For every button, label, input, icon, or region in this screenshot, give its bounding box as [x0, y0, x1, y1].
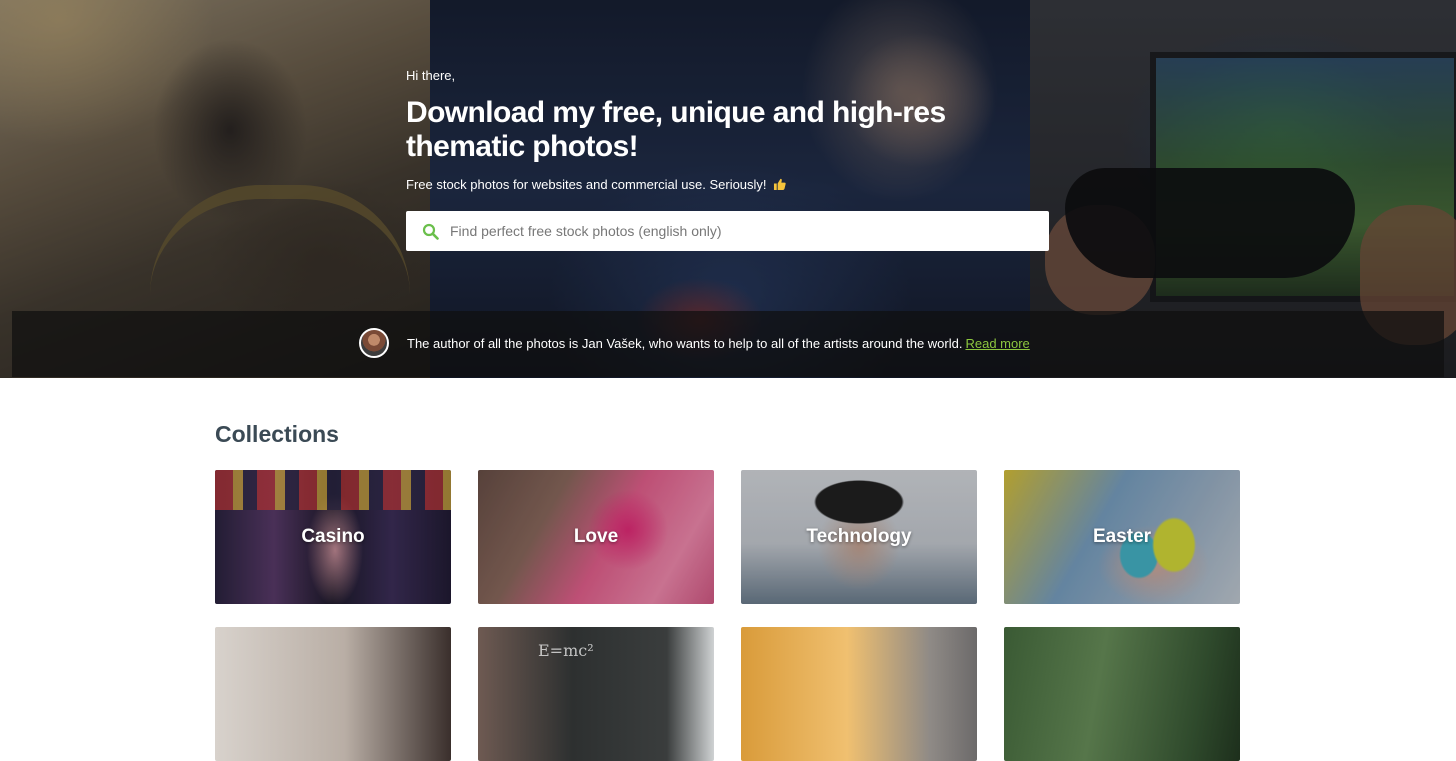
collection-card-technology[interactable]: Technology: [741, 470, 977, 604]
collection-card-8[interactable]: [1004, 627, 1240, 761]
author-info-message: The author of all the photos is Jan Vaše…: [407, 336, 963, 351]
collection-card-casino[interactable]: Casino: [215, 470, 451, 604]
collection-card-7[interactable]: [741, 627, 977, 761]
hero-greeting: Hi there,: [406, 68, 456, 83]
collection-card-label: [215, 627, 451, 761]
read-more-link[interactable]: Read more: [965, 336, 1029, 351]
thumbs-up-icon: [773, 178, 786, 190]
collection-card-5[interactable]: [215, 627, 451, 761]
search-bar: [406, 211, 1049, 251]
collection-card-label: Casino: [301, 526, 365, 547]
collection-card-label: Easter: [1092, 526, 1152, 547]
collection-card-label: Technology: [806, 526, 912, 547]
author-avatar: [359, 328, 389, 358]
collection-card-label: [478, 627, 714, 761]
hero-subline: Free stock photos for websites and comme…: [406, 177, 786, 192]
author-info-text: The author of all the photos is Jan Vaše…: [407, 336, 1030, 351]
collection-card-label: [1004, 627, 1240, 761]
collection-card-easter[interactable]: Easter: [1004, 470, 1240, 604]
collection-card-6[interactable]: E=mc²: [478, 627, 714, 761]
hero-subline-text: Free stock photos for websites and comme…: [406, 177, 767, 192]
collection-card-love[interactable]: Love: [478, 470, 714, 604]
collection-card-label: [741, 627, 977, 761]
search-icon[interactable]: [422, 223, 439, 240]
hero-headline: Download my free, unique and high-res th…: [406, 96, 946, 163]
collections-heading: Collections: [215, 421, 339, 447]
search-input[interactable]: [450, 211, 1040, 251]
collection-card-label: Love: [573, 526, 619, 547]
